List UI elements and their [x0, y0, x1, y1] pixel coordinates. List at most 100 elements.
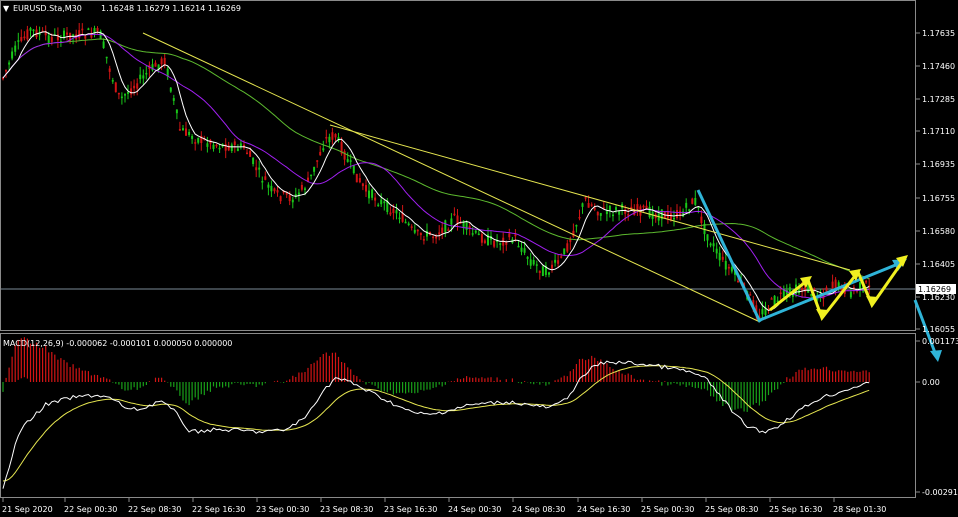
candle-body — [584, 197, 587, 199]
macd-histogram-bar — [240, 382, 242, 385]
candle-body — [288, 195, 291, 202]
macd-histogram-bar — [423, 382, 425, 391]
candle-body — [17, 40, 20, 42]
candle-body — [313, 166, 316, 172]
macd-histogram-bar — [706, 382, 709, 391]
macd-histogram-bar — [191, 382, 193, 401]
candle-body — [358, 178, 361, 183]
candle-body — [218, 147, 221, 150]
macd-histogram-bar — [206, 382, 208, 391]
candle-body — [151, 64, 154, 71]
candle-body — [365, 185, 367, 192]
candle-body — [483, 240, 486, 243]
macd-histogram-bar — [463, 378, 465, 382]
candle-body — [300, 185, 303, 190]
candle-body — [761, 309, 764, 315]
candle-body — [264, 176, 267, 180]
candle-body — [612, 214, 614, 217]
macd-histogram-bar — [581, 358, 584, 382]
macd-histogram-bar — [78, 367, 80, 382]
candle-body — [258, 167, 261, 170]
macd-histogram-bar — [380, 382, 382, 392]
macd-histogram-bar — [295, 377, 297, 382]
candle-body — [721, 256, 724, 260]
candle-body — [548, 272, 550, 275]
macd-histogram-bar — [72, 364, 74, 382]
macd-histogram-bar — [774, 382, 776, 390]
candle-body — [395, 210, 398, 214]
current-price-value: 1.16269 — [918, 285, 951, 294]
macd-histogram-bar — [66, 362, 68, 382]
candle-body — [32, 29, 35, 32]
macd-histogram-bar — [32, 344, 35, 382]
macd-histogram-bar — [142, 382, 144, 387]
candle-body — [139, 74, 142, 80]
macd-histogram-bar — [148, 381, 150, 382]
macd-histogram-bar — [764, 382, 767, 401]
candle-body — [325, 137, 328, 139]
candle-body — [435, 236, 438, 239]
candle-body — [87, 28, 90, 30]
ohlc-values: 1.16248 1.16279 1.16214 1.16269 — [101, 4, 241, 13]
macd-histogram-bar — [594, 357, 596, 382]
candle-body — [47, 35, 50, 43]
macd-histogram-bar — [557, 379, 559, 382]
macd-histogram-bar — [319, 357, 321, 382]
macd-histogram-bar — [539, 382, 541, 385]
time-tick-label: 21 Sep 2020 — [2, 505, 53, 514]
macd-histogram-bar — [697, 382, 699, 388]
candle-body — [849, 291, 852, 298]
candle-body — [297, 192, 300, 195]
macd-histogram-bar — [377, 382, 379, 389]
macd-histogram-bar — [703, 382, 706, 389]
candle-body — [261, 181, 264, 183]
candle-body — [551, 264, 553, 269]
macd-histogram-bar — [847, 371, 849, 382]
candle-body — [788, 287, 791, 292]
trading-chart[interactable]: ▼ EURUSD.Sta,M30 1.16248 1.16279 1.16214… — [0, 0, 958, 517]
candle-body — [398, 217, 401, 220]
macd-histogram-bar — [801, 369, 803, 382]
dropdown-caret-icon[interactable]: ▼ — [3, 4, 10, 13]
price-tick-label: 1.16055 — [922, 325, 955, 334]
candle-body — [392, 208, 395, 213]
candle-body — [499, 243, 502, 245]
macd-histogram-bar — [450, 381, 452, 382]
macd-histogram-bar — [822, 367, 824, 382]
macd-histogram-bar — [475, 377, 477, 382]
macd-histogram-bar — [325, 352, 327, 382]
macd-histogram-bar — [597, 361, 599, 382]
macd-histogram-bar — [484, 378, 486, 382]
candle-body — [669, 213, 672, 220]
macd-histogram-bar — [96, 375, 99, 382]
macd-histogram-bar — [493, 380, 495, 382]
candle-body — [377, 204, 380, 207]
time-tick-label: 24 Sep 08:30 — [512, 505, 565, 514]
candle-body — [105, 56, 108, 59]
candle-body — [813, 288, 816, 290]
macd-histogram-bar — [618, 370, 620, 382]
candle-body — [426, 230, 428, 237]
macd-histogram-bar — [371, 382, 373, 385]
macd-histogram-bar — [11, 356, 13, 382]
macd-histogram-bar — [29, 343, 32, 382]
macd-histogram-bar — [624, 374, 626, 382]
macd-scale-zero: 0.00 — [922, 378, 940, 387]
candle-body — [145, 73, 148, 75]
candle-body — [108, 68, 111, 72]
candle-body — [11, 51, 14, 59]
macd-histogram-bar — [865, 370, 867, 382]
candle-body — [724, 261, 727, 270]
candle-body — [749, 294, 752, 296]
candle-body — [343, 151, 346, 160]
macd-histogram-bar — [685, 382, 687, 387]
macd-histogram-bar — [734, 382, 736, 410]
price-tick-label: 1.17635 — [922, 29, 955, 38]
macd-histogram-bar — [316, 360, 318, 382]
candle-body — [252, 157, 255, 164]
macd-histogram-bar — [838, 370, 840, 382]
candle-body — [361, 183, 364, 187]
candle-body — [538, 270, 541, 273]
macd-histogram-bar — [642, 379, 645, 382]
candle-body — [78, 30, 81, 39]
